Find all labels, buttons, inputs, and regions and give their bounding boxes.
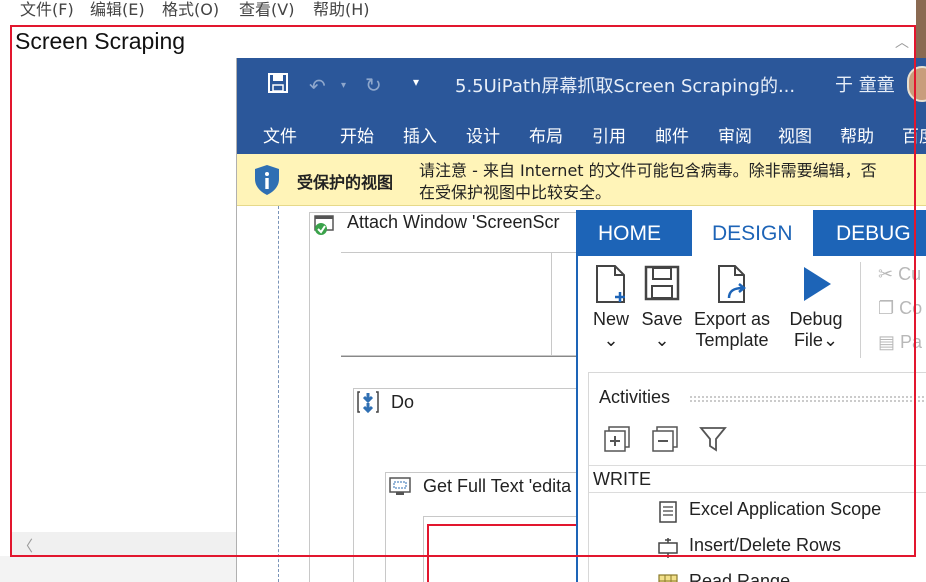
new-file-icon (596, 265, 625, 303)
tab-layout[interactable]: 布局 (529, 122, 563, 147)
protected-view-bar: 受保护的视图 请注意 - 来自 Internet 的文件可能包含病毒。除非需要编… (237, 154, 926, 206)
activities-header: Activities (599, 387, 671, 407)
protected-view-message-line2: 在受保护视图中比较安全。 (419, 183, 612, 202)
studio-ribbon-tabs: HOME DESIGN DEBUG (578, 210, 926, 256)
activity-label: Excel Application Scope (689, 499, 882, 519)
paste-icon: ▤ (878, 332, 896, 352)
menu-help[interactable]: 帮助(H) (313, 0, 370, 22)
copy-icon: ❐ (878, 298, 895, 318)
selected-element-highlight (427, 524, 597, 582)
chevron-down-icon: ⌄ (603, 330, 619, 350)
attach-window-icon (314, 215, 334, 235)
scroll-left-icon[interactable]: 〈 (18, 535, 33, 556)
avatar[interactable] (907, 66, 926, 102)
do-sequence-title: Do (391, 392, 415, 412)
activity-label: Read Range (689, 571, 791, 582)
export-label-line1: Export as (693, 309, 771, 329)
tab-help[interactable]: 帮助 (840, 122, 874, 147)
divider (551, 252, 552, 356)
new-button[interactable]: New ⌄ (586, 264, 636, 351)
divider (860, 262, 861, 358)
divider (341, 356, 581, 357)
tab-debug[interactable]: DEBUG (816, 210, 926, 256)
save-icon[interactable] (267, 72, 289, 94)
debug-label-line2: File⌄ (793, 330, 839, 350)
save-label: Save (641, 309, 683, 329)
menu-view[interactable]: 查看(V) (239, 0, 294, 22)
customize-toolbar-icon[interactable]: ▾ (413, 75, 419, 89)
target-window-preview (341, 252, 581, 356)
insert-rows-icon (658, 538, 678, 558)
panel-grip[interactable] (689, 395, 926, 403)
user-name[interactable]: 于 童童 (835, 71, 895, 97)
menu-format[interactable]: 格式(O) (162, 0, 219, 22)
attach-window-title: Attach Window 'ScreenScr (347, 212, 560, 232)
save-icon (644, 265, 680, 301)
tab-design[interactable]: 设计 (466, 122, 500, 147)
menu-file[interactable]: 文件(F) (20, 0, 74, 22)
export-template-button[interactable]: Export as Template (690, 264, 774, 351)
export-icon (718, 265, 747, 303)
undo-icon[interactable]: ↶ (309, 74, 326, 98)
studio-ribbon: New ⌄ Save ⌄ Export as Template Debug Fi… (578, 256, 926, 372)
filter-icon[interactable] (699, 425, 727, 453)
cut-button[interactable]: ✂ Cu (878, 264, 921, 285)
notepad-statusbar (0, 556, 237, 582)
tab-mailings[interactable]: 邮件 (655, 122, 689, 147)
undo-dropdown-icon[interactable]: ▾ (341, 80, 346, 91)
tab-file[interactable]: 文件 (263, 122, 297, 147)
cut-icon: ✂ (878, 264, 894, 284)
new-label: New (592, 309, 629, 329)
scroll-up-icon[interactable]: ︿ (895, 32, 909, 52)
word-titlebar: ↶ ▾ ↻ ▾ 5.5UiPath屏幕抓取Screen Scraping的...… (237, 58, 926, 112)
paste-button[interactable]: ▤ Pa (878, 332, 922, 353)
copy-button[interactable]: ❐ Co (878, 298, 922, 319)
word-ribbon-tabs: 文件 开始 插入 设计 布局 引用 邮件 审阅 视图 帮助 百度 (237, 112, 926, 154)
play-icon (804, 267, 831, 301)
tab-design[interactable]: DESIGN (692, 210, 813, 256)
save-button[interactable]: Save ⌄ (638, 264, 686, 351)
shield-info-icon (255, 165, 279, 195)
tab-home[interactable]: HOME (578, 210, 681, 256)
tab-review[interactable]: 审阅 (718, 122, 752, 147)
tab-insert[interactable]: 插入 (403, 122, 437, 147)
read-range-icon (658, 574, 678, 582)
menu-edit[interactable]: 编辑(E) (90, 0, 145, 22)
document-title: 5.5UiPath屏幕抓取Screen Scraping的... (455, 76, 796, 97)
collapse-all-icon[interactable] (651, 425, 679, 453)
uipath-studio-window: HOME DESIGN DEBUG New ⌄ Save ⌄ Export as… (576, 210, 926, 582)
expand-all-icon[interactable] (603, 425, 631, 453)
activity-group-write[interactable]: WRITE (589, 465, 926, 493)
debug-file-button[interactable]: Debug File⌄ (782, 264, 850, 351)
redo-icon[interactable]: ↻ (365, 73, 382, 97)
tab-baidu[interactable]: 百度 (902, 122, 926, 147)
notepad-menubar: 文件(F) 编辑(E) 格式(O) 查看(V) 帮助(H) (0, 0, 916, 22)
notepad-text[interactable]: Screen Scraping (15, 28, 185, 55)
debug-label-line1: Debug (789, 309, 843, 329)
tab-view[interactable]: 视图 (778, 122, 812, 147)
chevron-down-icon: ⌄ (654, 330, 670, 350)
activities-panel: Activities WRITE Excel Application Scope (588, 372, 926, 582)
protected-view-label: 受保护的视图 (297, 173, 394, 192)
horizontal-scrollbar[interactable] (12, 532, 237, 556)
tab-home[interactable]: 开始 (340, 122, 374, 147)
sequence-icon (357, 391, 379, 414)
activity-group-label: WRITE (593, 469, 651, 489)
get-text-icon (389, 477, 411, 495)
export-label-line2: Template (695, 330, 769, 350)
get-full-text-title: Get Full Text 'edita (423, 476, 572, 496)
tab-references[interactable]: 引用 (592, 122, 626, 147)
excel-scope-icon (659, 501, 677, 523)
protected-view-message: 请注意 - 来自 Internet 的文件可能包含病毒。除非需要编辑，否 (419, 161, 877, 180)
sequence-guide-line (278, 206, 279, 582)
activity-label: Insert/Delete Rows (689, 535, 842, 555)
